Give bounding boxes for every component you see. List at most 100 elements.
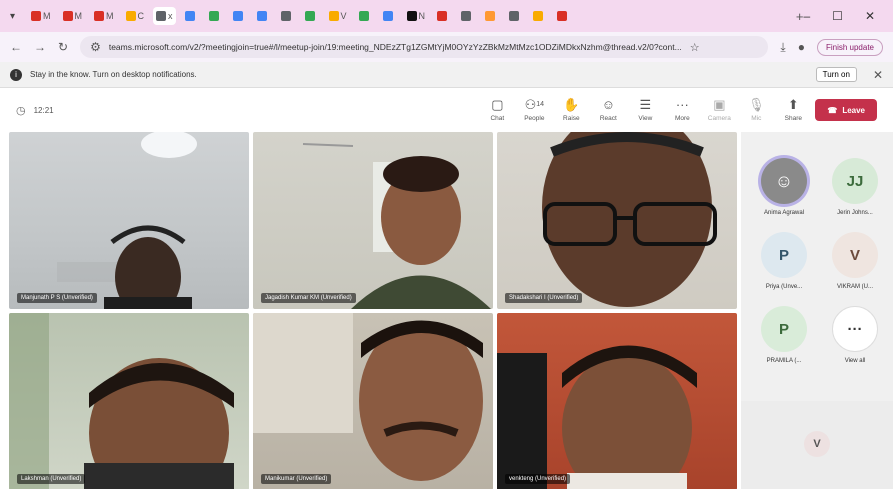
- browser-tab[interactable]: [182, 7, 200, 25]
- tab-favicon-icon: [437, 11, 448, 21]
- tab-favicon-icon: [485, 11, 496, 21]
- back-arrow-icon[interactable]: ←: [10, 40, 22, 54]
- mic-button[interactable]: 🎙 Mic: [744, 98, 768, 123]
- chat-label: Chat: [490, 115, 505, 122]
- video-feed: [497, 345, 697, 489]
- browser-tab[interactable]: [254, 7, 272, 25]
- browser-tab[interactable]: [530, 7, 548, 25]
- browser-tab[interactable]: N: [404, 7, 429, 25]
- tile-name: Jagadish Kumar KM (Unverified): [261, 293, 356, 303]
- forward-arrow-icon[interactable]: →: [34, 40, 46, 54]
- browser-tab[interactable]: [230, 7, 248, 25]
- tab-favicon-icon: [156, 11, 166, 21]
- tab-favicon-icon: [533, 11, 544, 21]
- react-label: React: [599, 115, 617, 122]
- tab-favicon-icon: [208, 11, 219, 21]
- browser-tab[interactable]: [458, 7, 476, 25]
- minimize-button[interactable]: –: [803, 9, 810, 23]
- reload-icon[interactable]: ↻: [58, 40, 68, 54]
- more-button[interactable]: ··· More: [670, 98, 694, 123]
- browser-tab[interactable]: [482, 7, 500, 25]
- tab-label: V: [340, 11, 347, 21]
- video-tile[interactable]: Jagadish Kumar KM (Unverified): [253, 132, 493, 309]
- turn-on-button[interactable]: Turn on: [815, 67, 857, 82]
- finish-update-button[interactable]: Finish update: [816, 38, 883, 56]
- browser-tab[interactable]: C: [123, 7, 148, 25]
- browser-tab[interactable]: M: [28, 7, 54, 25]
- people-button[interactable]: ⚇14 People: [522, 98, 546, 123]
- participant-card[interactable]: V VIKRAM (U...: [825, 232, 885, 290]
- chat-button[interactable]: ▢ Chat: [485, 97, 509, 123]
- browser-tab[interactable]: [278, 7, 296, 25]
- tab-label: C: [137, 11, 145, 21]
- participant-card[interactable]: JJ Jerin Johns...: [825, 158, 885, 216]
- view-all-button[interactable]: ··· View all: [825, 306, 885, 364]
- window-controls: – ☐ ✕: [803, 9, 893, 23]
- share-button[interactable]: ⬆ Share: [781, 98, 805, 123]
- react-button[interactable]: ☺ React: [596, 98, 620, 123]
- tab-search-icon[interactable]: ▾: [10, 11, 28, 22]
- participant-card[interactable]: ☺ Anima Agrawal: [754, 158, 814, 216]
- chat-icon: ▢: [491, 97, 504, 112]
- camera-button[interactable]: ▣ Camera: [707, 98, 731, 123]
- video-feed: [542, 132, 717, 307]
- maximize-button[interactable]: ☐: [832, 9, 843, 23]
- view-button[interactable]: ☰ View: [633, 97, 657, 123]
- close-notification-icon[interactable]: ✕: [873, 68, 883, 82]
- notification-bar: i Stay in the know. Turn on desktop noti…: [0, 62, 893, 88]
- tab-favicon-icon: [62, 11, 73, 21]
- share-label: Share: [784, 115, 803, 122]
- raise-label: Raise: [563, 115, 580, 122]
- video-tile[interactable]: Manikumar (Unverified): [253, 313, 493, 489]
- browser-tab[interactable]: M: [91, 7, 117, 25]
- browser-tab[interactable]: [302, 7, 320, 25]
- tile-name: Manjunath P S (Unverified): [17, 293, 97, 303]
- browser-tab[interactable]: M: [60, 7, 86, 25]
- meeting-timer: ◷ 12:21: [16, 104, 54, 117]
- teams-meeting-window: ▾ M M M Cx V N + – ☐ ✕ ← → ↻ ⚙ teams.microsof…: [0, 0, 893, 489]
- video-tile[interactable]: Manjunath P S (Unverified): [9, 132, 249, 309]
- new-tab-button[interactable]: +: [796, 9, 804, 24]
- more-label: More: [674, 115, 690, 122]
- tile-name: venkteng (Unverified): [505, 474, 571, 484]
- view-layout-icon: ☰: [639, 97, 652, 112]
- url-text: teams.microsoft.com/v2/?meetingjoin=true…: [108, 42, 682, 52]
- browser-tab[interactable]: [356, 7, 374, 25]
- participant-pane: ☺ Anima Agrawal JJ Jerin Johns... P Priy…: [741, 132, 893, 489]
- video-tile[interactable]: venkteng (Unverified): [497, 313, 737, 489]
- participant-card[interactable]: P PRAMILA (...: [754, 306, 814, 364]
- download-icon[interactable]: ⤓: [780, 40, 785, 55]
- raise-hand-button[interactable]: ✋ Raise: [559, 98, 583, 123]
- video-feed: [302, 143, 491, 309]
- site-info-icon[interactable]: ⚙: [90, 40, 101, 54]
- browser-tab[interactable]: [554, 7, 572, 25]
- browser-tab[interactable]: [206, 7, 224, 25]
- profile-avatar-icon[interactable]: ●: [798, 40, 805, 54]
- avatar: JJ: [832, 158, 878, 204]
- video-tile[interactable]: Lakshman (Unverified): [9, 313, 249, 489]
- meeting-toolbar: ◷ 12:21 ▢ Chat ⚇14 People ✋ Raise ☺ Reac…: [0, 88, 893, 132]
- browser-tab[interactable]: [434, 7, 452, 25]
- tile-name: Manikumar (Unverified): [261, 474, 332, 484]
- more-dots-icon: ···: [832, 306, 878, 352]
- video-feed: [253, 313, 483, 481]
- browser-tab[interactable]: [380, 7, 398, 25]
- leave-button[interactable]: ☎ Leave: [815, 99, 877, 121]
- phone-hangup-icon: ☎: [827, 105, 838, 115]
- browser-tab[interactable]: [506, 7, 524, 25]
- browser-tab[interactable]: V: [326, 7, 350, 25]
- tab-favicon-icon: [358, 11, 369, 21]
- view-label: View: [638, 115, 653, 122]
- close-window-button[interactable]: ✕: [865, 9, 875, 23]
- video-tile[interactable]: Shadakshari I (Unverified): [497, 132, 737, 309]
- participant-name: PRAMILA (...: [766, 358, 802, 364]
- tab-label: M: [43, 11, 51, 21]
- tab-favicon-icon: [232, 11, 243, 21]
- tab-label: x: [168, 11, 173, 21]
- participant-name: Jerin Johns...: [837, 210, 873, 216]
- video-feed: [9, 313, 234, 489]
- browser-tab[interactable]: x: [153, 7, 176, 25]
- url-field[interactable]: ⚙ teams.microsoft.com/v2/?meetingjoin=tr…: [80, 36, 769, 58]
- bookmark-star-icon[interactable]: ☆: [690, 41, 700, 54]
- participant-card[interactable]: P Priya (Unve...: [754, 232, 814, 290]
